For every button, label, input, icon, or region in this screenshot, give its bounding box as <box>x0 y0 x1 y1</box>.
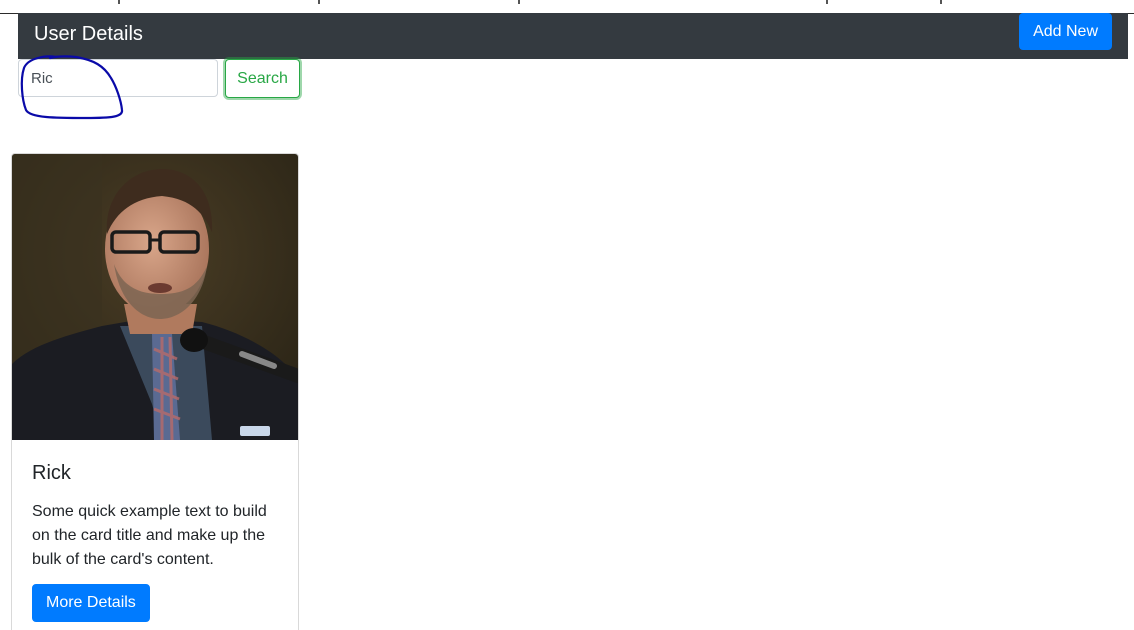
add-new-button[interactable]: Add New <box>1019 13 1112 50</box>
strip-tick <box>318 0 320 4</box>
navbar: User Details Add New <box>18 13 1128 59</box>
card-text: Some quick example text to build on the … <box>32 503 267 568</box>
more-details-button[interactable]: More Details <box>32 584 150 622</box>
strip-tick <box>118 0 120 4</box>
strip-tick <box>826 0 828 4</box>
search-button[interactable]: Search <box>225 59 300 98</box>
strip-tick <box>518 0 520 4</box>
person-photo-icon <box>12 154 298 440</box>
browser-top-strip <box>0 0 1134 14</box>
page: User Details Add New Search <box>0 0 1134 630</box>
strip-tick <box>940 0 942 4</box>
search-input[interactable] <box>18 59 218 97</box>
card-title: Rick <box>32 462 71 484</box>
navbar-brand[interactable]: User Details <box>34 22 143 46</box>
card-body: Rick Some quick example text to build on… <box>32 454 282 572</box>
user-card: Rick Some quick example text to build on… <box>11 153 299 630</box>
